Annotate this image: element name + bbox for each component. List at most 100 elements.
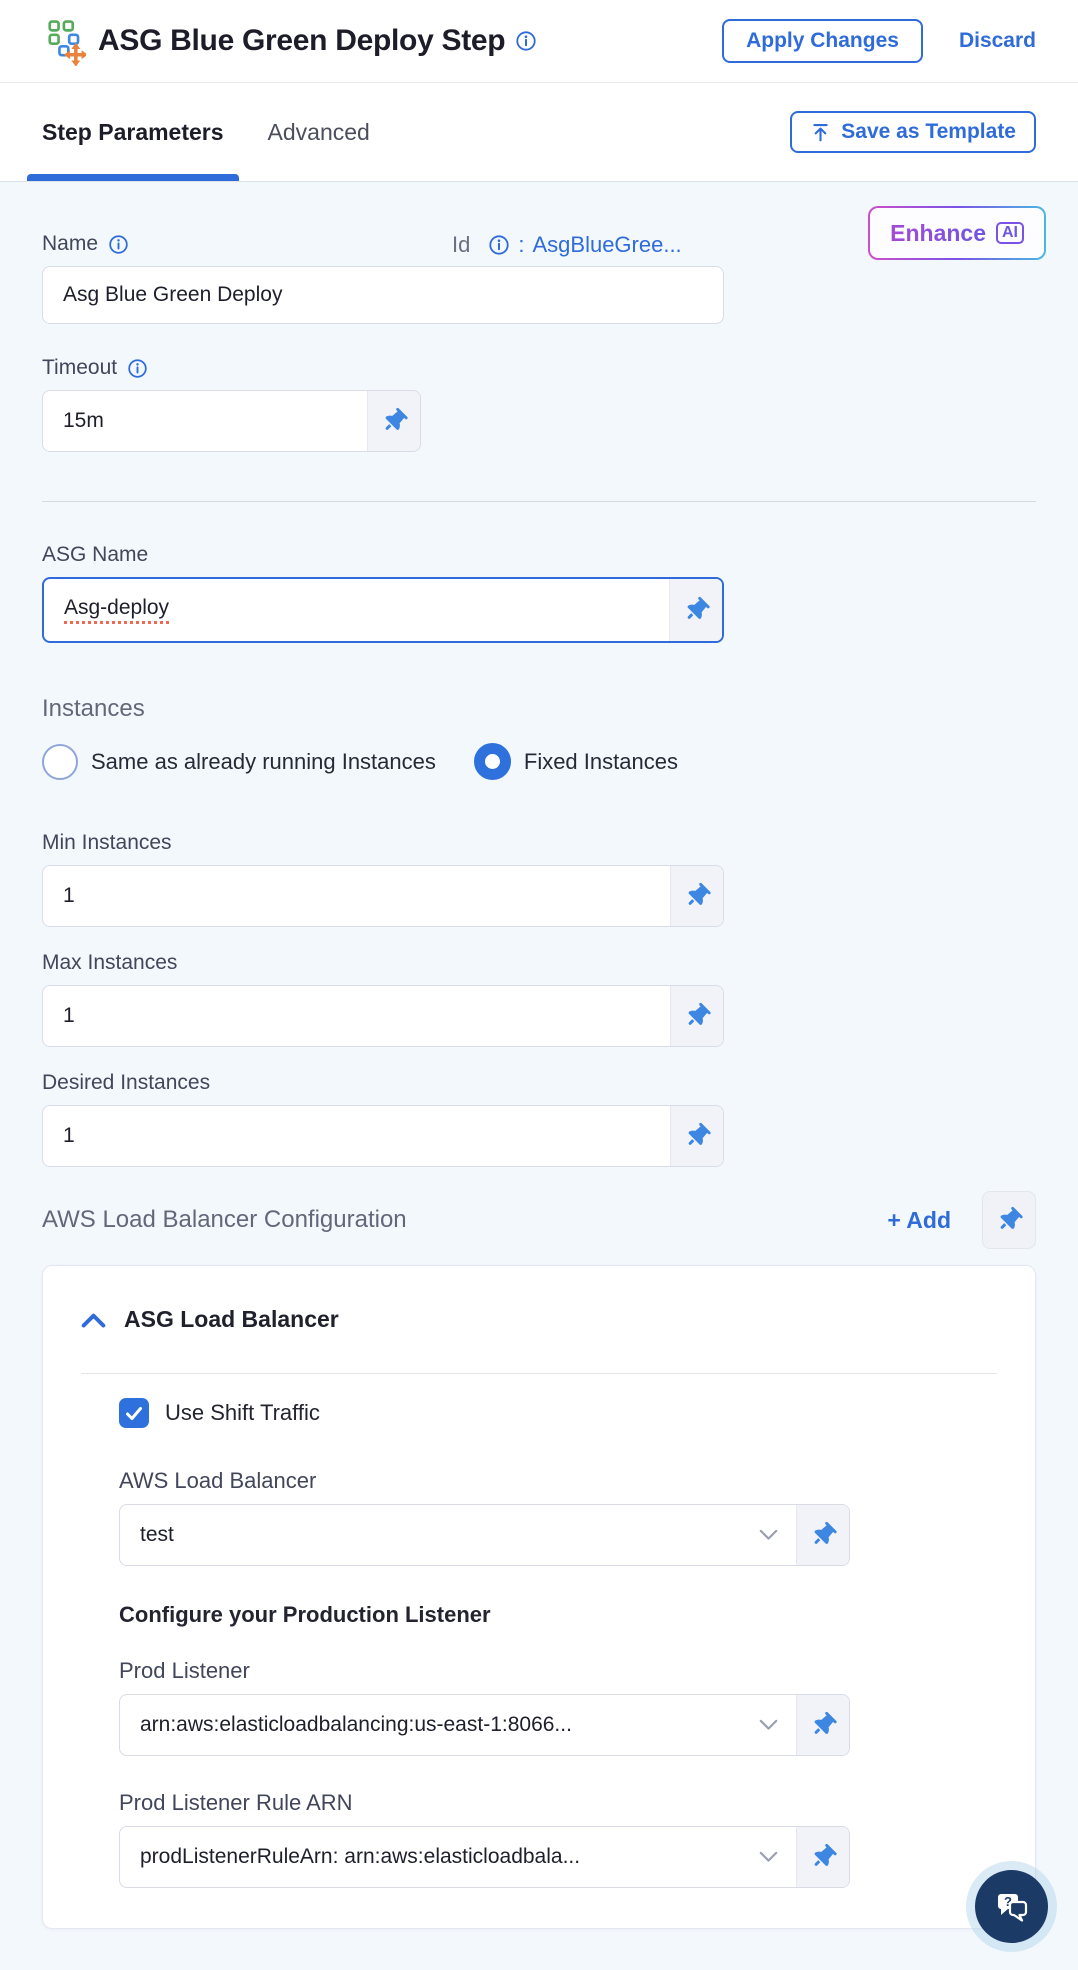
- accordion-body: Use Shift Traffic AWS Load Balancer test…: [81, 1398, 997, 1888]
- asg-name-label-text: ASG Name: [42, 543, 149, 566]
- runtime-input-toggle[interactable]: [796, 1505, 849, 1565]
- save-as-template-button[interactable]: Save as Template: [790, 111, 1036, 153]
- max-instances-label: Max Instances: [42, 951, 178, 974]
- pin-icon: [688, 1122, 711, 1145]
- aws-load-balancer-value[interactable]: test: [120, 1505, 759, 1565]
- id-separator: :: [518, 232, 525, 257]
- accordion-title: ASG Load Balancer: [124, 1306, 339, 1332]
- desired-instances-field: [42, 1105, 724, 1167]
- pin-icon: [814, 1843, 837, 1866]
- name-label: Name: [42, 232, 99, 255]
- runtime-input-toggle[interactable]: [796, 1827, 849, 1887]
- id-value: AsgBlueGree...: [532, 232, 682, 257]
- asg-name-label: ASG Name: [42, 543, 1036, 567]
- chevron-down-icon[interactable]: [759, 1719, 778, 1731]
- tab-advanced[interactable]: Advanced: [268, 83, 370, 181]
- radio-circle-unchecked[interactable]: [42, 743, 78, 780]
- lb-config-heading: AWS Load Balancer Configuration: [42, 1206, 407, 1233]
- pin-icon: [687, 596, 710, 619]
- max-instances-input[interactable]: [43, 986, 670, 1046]
- check-icon: [126, 1406, 142, 1420]
- section-divider: [42, 501, 1036, 502]
- runtime-input-toggle[interactable]: [670, 866, 723, 926]
- desired-instances-input[interactable]: [43, 1106, 670, 1166]
- chevron-down-icon[interactable]: [759, 1851, 778, 1863]
- pin-icon: [814, 1521, 837, 1544]
- pin-icon: [688, 1002, 711, 1025]
- info-icon[interactable]: [515, 30, 537, 52]
- instances-radio-group: Same as already running Instances Fixed …: [42, 743, 1036, 780]
- pin-icon: [385, 407, 408, 430]
- radio-label: Fixed Instances: [523, 748, 678, 774]
- desired-instances-label: Desired Instances: [42, 1071, 211, 1094]
- upload-icon: [813, 123, 828, 141]
- asg-load-balancer-card: ASG Load Balancer Use Shift Traffic AWS …: [42, 1265, 1036, 1929]
- info-icon[interactable]: [127, 358, 148, 379]
- header: ASG Blue Green Deploy Step Apply Changes…: [0, 0, 1078, 83]
- max-instances-field: [42, 985, 724, 1047]
- radio-circle-checked[interactable]: [473, 743, 511, 780]
- select-value: prodListenerRuleArn: arn:aws:elasticload…: [140, 1845, 581, 1868]
- use-shift-traffic-label: Use Shift Traffic: [165, 1400, 320, 1425]
- production-listener-heading: Configure your Production Listener: [119, 1602, 491, 1627]
- min-instances-field: [42, 865, 724, 927]
- enhance-ai-button[interactable]: Enhance AI: [868, 206, 1046, 260]
- timeout-field: [42, 390, 421, 452]
- add-load-balancer-button[interactable]: + Add: [887, 1207, 951, 1234]
- prod-listener-rule-select: prodListenerRuleArn: arn:aws:elasticload…: [119, 1826, 850, 1888]
- info-icon[interactable]: [108, 234, 129, 255]
- runtime-input-toggle[interactable]: [367, 391, 420, 451]
- info-icon[interactable]: [488, 234, 510, 256]
- prod-listener-value[interactable]: arn:aws:elasticloadbalancing:us-east-1:8…: [120, 1695, 759, 1755]
- asg-name-value: Asg-deploy: [64, 596, 170, 624]
- enhance-label: Enhance: [890, 219, 986, 246]
- lb-config-header-row: AWS Load Balancer Configuration + Add: [42, 1191, 1036, 1249]
- name-input[interactable]: [42, 266, 724, 324]
- prod-listener-label: Prod Listener: [119, 1658, 250, 1683]
- asg-name-field: Asg-deploy: [42, 577, 724, 643]
- radio-fixed-instances[interactable]: Fixed Instances: [473, 743, 678, 780]
- runtime-input-toggle[interactable]: [670, 986, 723, 1046]
- timeout-label-group: Timeout: [42, 356, 1036, 380]
- aws-load-balancer-select: test: [119, 1504, 850, 1566]
- chevron-down-icon[interactable]: [759, 1529, 778, 1541]
- step-id-group: Id : AsgBlueGree...: [452, 232, 682, 258]
- prod-listener-rule-value[interactable]: prodListenerRuleArn: arn:aws:elasticload…: [120, 1827, 759, 1887]
- min-instances-input[interactable]: [43, 866, 670, 926]
- pin-icon: [1000, 1206, 1023, 1229]
- chat-question-icon: ?: [997, 1893, 1027, 1922]
- page-title: ASG Blue Green Deploy Step: [98, 24, 506, 57]
- step-config-panel: { "header": { "title": "ASG Blue Green D…: [0, 0, 1078, 1970]
- runtime-input-toggle[interactable]: [982, 1191, 1036, 1249]
- checkbox-checked[interactable]: [119, 1398, 149, 1428]
- tab-step-parameters[interactable]: Step Parameters: [27, 83, 239, 181]
- discard-button[interactable]: Discard: [959, 29, 1036, 53]
- apply-changes-button[interactable]: Apply Changes: [722, 19, 923, 63]
- runtime-input-toggle[interactable]: [670, 1106, 723, 1166]
- chevron-up-icon: [81, 1313, 106, 1328]
- id-label: Id: [452, 232, 471, 257]
- timeout-label: Timeout: [42, 356, 118, 379]
- chat-help-button[interactable]: ?: [975, 1870, 1048, 1943]
- radio-label: Same as already running Instances: [91, 748, 436, 774]
- aws-load-balancer-label: AWS Load Balancer: [119, 1468, 317, 1493]
- use-shift-traffic-checkbox-row[interactable]: Use Shift Traffic: [119, 1398, 997, 1428]
- prod-listener-select: arn:aws:elasticloadbalancing:us-east-1:8…: [119, 1694, 850, 1756]
- ai-badge: AI: [996, 222, 1024, 244]
- min-instances-label: Min Instances: [42, 831, 172, 854]
- asg-blue-green-module-icon: [48, 20, 86, 66]
- instances-heading: Instances: [42, 695, 145, 722]
- tab-bar: Step Parameters Advanced Save as Templat…: [0, 83, 1078, 182]
- asg-load-balancer-accordion[interactable]: ASG Load Balancer: [81, 1306, 997, 1333]
- pin-icon: [814, 1711, 837, 1734]
- select-value: test: [140, 1523, 174, 1546]
- runtime-input-toggle[interactable]: [796, 1695, 849, 1755]
- prod-listener-rule-label: Prod Listener Rule ARN: [119, 1790, 353, 1815]
- pin-icon: [688, 882, 711, 905]
- runtime-input-toggle[interactable]: [669, 579, 722, 641]
- timeout-input[interactable]: [43, 391, 367, 451]
- step-parameters-form: Name Id : AsgBlueGree... Enhance AI Time…: [0, 182, 1078, 1970]
- card-divider: [81, 1373, 997, 1374]
- radio-same-as-running[interactable]: Same as already running Instances: [42, 743, 436, 780]
- asg-name-input[interactable]: Asg-deploy: [44, 579, 669, 641]
